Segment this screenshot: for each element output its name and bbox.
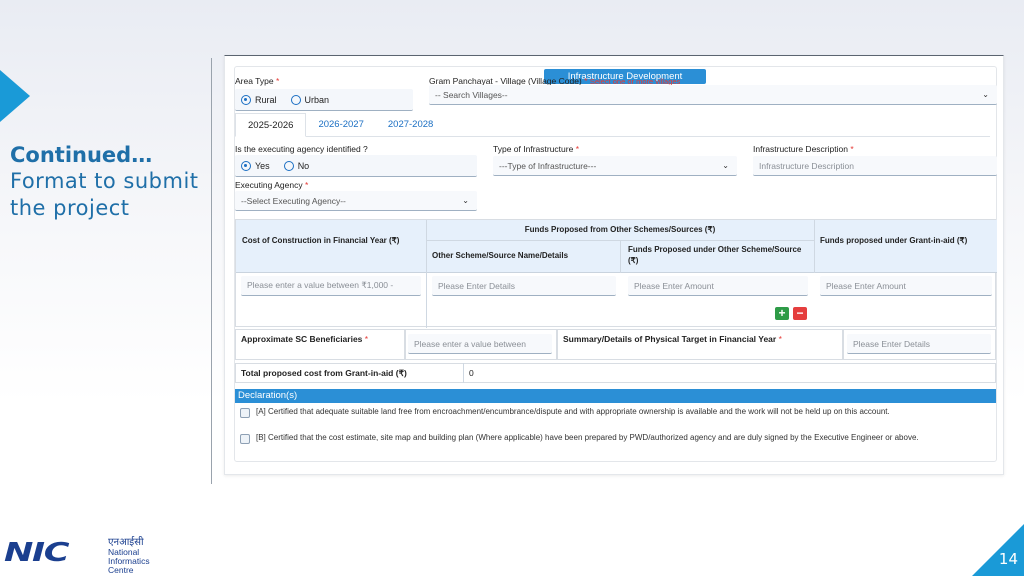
divider-line bbox=[211, 58, 212, 484]
cost-input[interactable]: Please enter a value between ₹1,000 - bbox=[241, 276, 421, 296]
header-other-scheme: Other Scheme/Source Name/Details bbox=[432, 251, 569, 260]
col-divider bbox=[814, 220, 815, 273]
header-cost: Cost of Construction in Financial Year (… bbox=[242, 236, 400, 245]
sc-beneficiaries-label: Approximate SC Beneficiaries * bbox=[241, 334, 369, 344]
radio-checked-icon bbox=[241, 94, 251, 105]
year-tabs: 2025-2026 2026-2027 2027-2028 bbox=[235, 113, 990, 137]
nic-logo: NIC एनआईसी National Informatics Centre bbox=[4, 536, 150, 575]
tab-2026-2027[interactable]: 2026-2027 bbox=[306, 113, 375, 136]
slide-heading: Continued… Format to submit the project bbox=[10, 142, 210, 222]
add-row-button[interactable]: + bbox=[775, 307, 789, 320]
other-scheme-input[interactable]: Please Enter Details bbox=[432, 276, 616, 296]
declaration-item-a: [A] Certified that adequate suitable lan… bbox=[240, 406, 992, 418]
heading-line-3: the project bbox=[10, 196, 130, 220]
row-divider bbox=[426, 240, 814, 241]
declaration-item-b: [B] Certified that the cost estimate, si… bbox=[240, 432, 992, 444]
declaration-header: Declaration(s) bbox=[235, 389, 996, 403]
col-divider bbox=[426, 220, 427, 328]
infra-desc-label: Infrastructure Description * bbox=[753, 144, 854, 154]
checkbox[interactable] bbox=[240, 408, 250, 418]
area-type-radio-group: Rural Urban bbox=[235, 89, 413, 111]
summary-label: Summary/Details of Physical Target in Fi… bbox=[563, 334, 782, 344]
heading-line-2: Format to submit bbox=[10, 169, 199, 193]
tab-2025-2026[interactable]: 2025-2026 bbox=[235, 113, 307, 137]
funds-table: Cost of Construction in Financial Year (… bbox=[235, 219, 997, 328]
radio-checked-icon bbox=[241, 160, 251, 171]
form-screenshot: Infrastructure Development Area Type * R… bbox=[224, 55, 1004, 475]
heading-line-1: Continued… bbox=[10, 143, 153, 167]
chevron-down-icon: ⌄ bbox=[722, 161, 729, 170]
exec-agency-label: Executing Agency * bbox=[235, 180, 309, 190]
col-divider bbox=[463, 363, 464, 383]
agency-identified-radio-group: Yes No bbox=[235, 155, 477, 177]
remove-row-button[interactable]: − bbox=[793, 307, 807, 320]
header-funds-other: Funds Proposed under Other Scheme/Source… bbox=[628, 245, 802, 265]
radio-rural[interactable]: Rural bbox=[241, 94, 277, 105]
radio-yes[interactable]: Yes bbox=[241, 160, 270, 171]
exec-agency-select[interactable]: --Select Executing Agency-- ⌄ bbox=[235, 191, 477, 211]
radio-unchecked-icon bbox=[290, 94, 301, 105]
infra-type-label: Type of Infrastructure * bbox=[493, 144, 580, 154]
col-divider bbox=[620, 240, 621, 273]
page-number: 14 bbox=[998, 550, 1018, 568]
checkbox[interactable] bbox=[240, 434, 250, 444]
funds-other-input[interactable]: Please Enter Amount bbox=[628, 276, 808, 296]
radio-urban[interactable]: Urban bbox=[290, 94, 329, 105]
summary-input[interactable]: Please Enter Details bbox=[847, 334, 991, 354]
total-cost-label: Total proposed cost from Grant-in-aid (₹… bbox=[241, 368, 407, 378]
chevron-down-icon: ⌄ bbox=[462, 196, 469, 205]
area-type-label: Area Type * bbox=[235, 76, 280, 86]
village-search-select[interactable]: -- Search Villages-- ⌄ bbox=[429, 85, 997, 105]
infra-type-select[interactable]: ---Type of Infrastructure--- ⌄ bbox=[493, 156, 737, 176]
header-grant: Funds proposed under Grant-in-aid (₹) bbox=[820, 236, 968, 245]
infra-desc-input[interactable]: Infrastructure Description bbox=[753, 156, 997, 176]
tab-2027-2028[interactable]: 2027-2028 bbox=[376, 113, 445, 136]
left-accent-triangle bbox=[0, 70, 30, 122]
header-other-funds: Funds Proposed from Other Schemes/Source… bbox=[524, 225, 716, 234]
radio-unchecked-icon bbox=[283, 160, 294, 171]
radio-no[interactable]: No bbox=[283, 160, 309, 171]
nic-logo-mark: NIC bbox=[4, 538, 69, 568]
agency-identified-label: Is the executing agency identified ? bbox=[235, 144, 368, 154]
form-section: Infrastructure Development Area Type * R… bbox=[234, 66, 997, 462]
total-cost-value: 0 bbox=[469, 368, 474, 378]
grant-input[interactable]: Please Enter Amount bbox=[820, 276, 992, 296]
chevron-down-icon: ⌄ bbox=[982, 90, 989, 99]
sc-beneficiaries-input[interactable]: Please enter a value between bbox=[408, 334, 552, 354]
